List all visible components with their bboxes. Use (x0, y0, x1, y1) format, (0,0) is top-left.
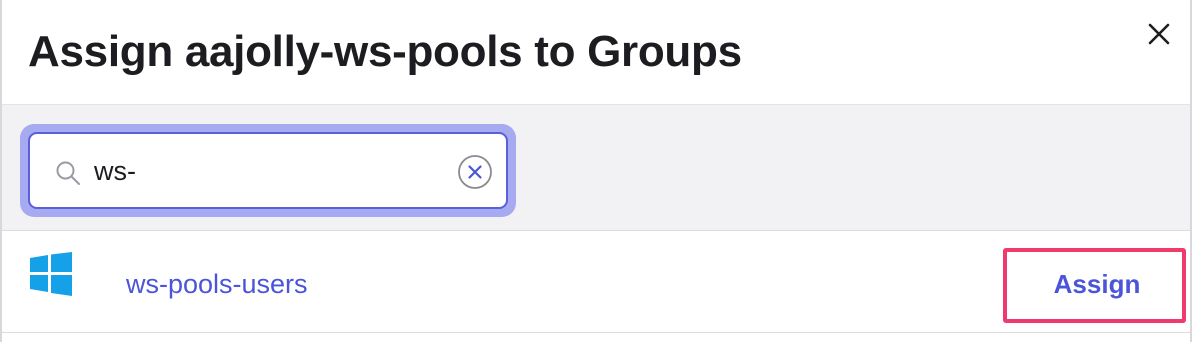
assign-button[interactable]: Assign (1026, 261, 1168, 307)
search-icon (56, 161, 80, 185)
dialog-header: Assign aajolly-ws-pools to Groups (2, 0, 1190, 105)
clear-icon (458, 155, 492, 189)
search-input[interactable] (94, 150, 434, 192)
group-name-link[interactable]: ws-pools-users (126, 267, 308, 301)
clear-search-button[interactable] (457, 154, 493, 190)
windows-icon (30, 252, 72, 296)
assign-groups-dialog: Assign aajolly-ws-pools to Groups ws- ws… (0, 0, 1192, 342)
search-toolbar (2, 105, 1190, 231)
bottom-strip (2, 333, 1190, 342)
close-icon (1148, 23, 1170, 45)
search-box[interactable] (28, 132, 508, 209)
list-item: ws-pools-users Assign (2, 231, 1190, 333)
dialog-title: Assign aajolly-ws-pools to Groups (28, 27, 742, 76)
search-focus-ring (20, 124, 516, 217)
close-button[interactable] (1141, 16, 1177, 52)
